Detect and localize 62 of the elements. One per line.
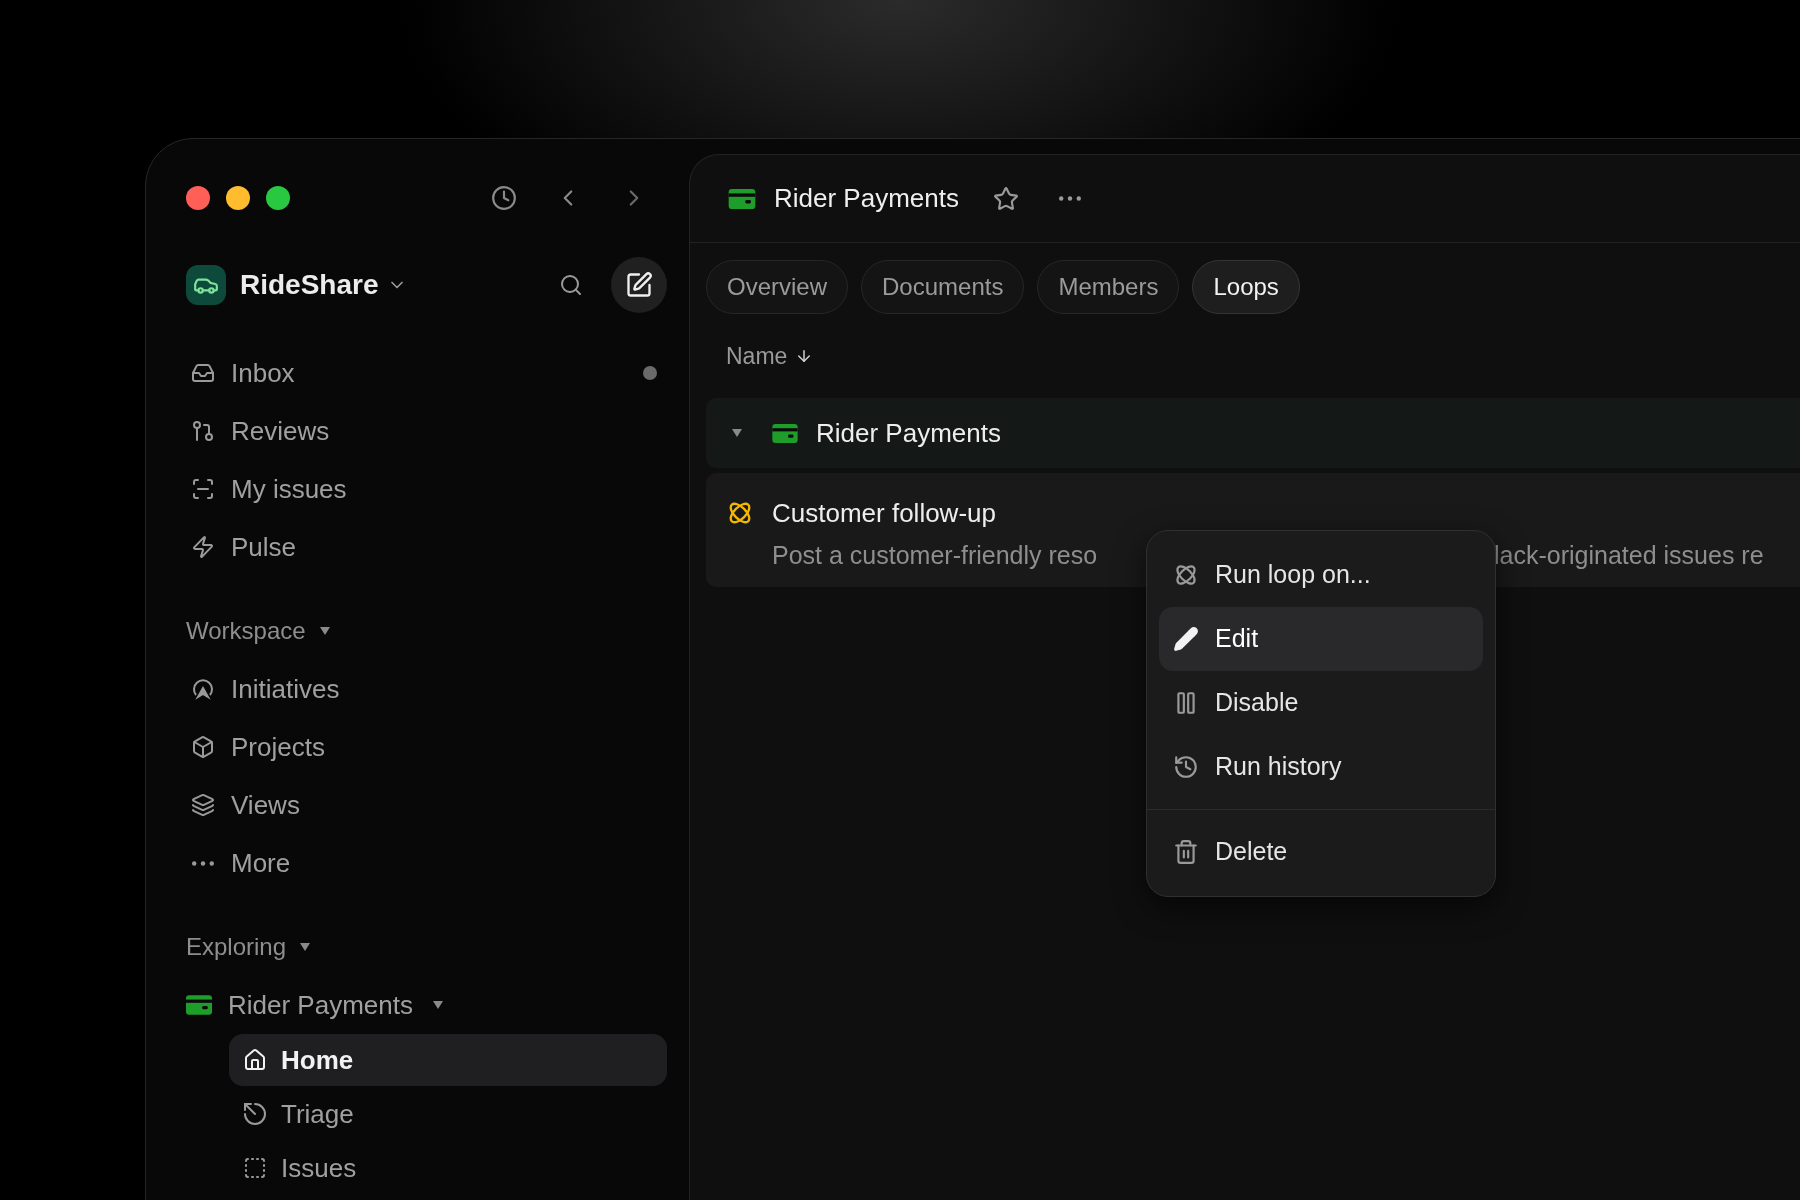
scan-icon	[191, 477, 215, 501]
circle-arrow-icon	[243, 1102, 267, 1126]
pencil-icon	[1173, 626, 1199, 652]
star-icon[interactable]	[992, 185, 1019, 212]
section-header[interactable]: Workspace	[186, 602, 667, 660]
caret-icon	[732, 429, 742, 437]
sidebar-item[interactable]: Initiatives	[186, 660, 667, 718]
home-icon	[243, 1048, 267, 1072]
search-icon[interactable]	[559, 273, 583, 297]
zoom-light[interactable]	[266, 186, 290, 210]
sidebar-item[interactable]: More	[186, 834, 667, 892]
caret-icon	[319, 627, 330, 635]
sidebar-item[interactable]: Rider Payments	[186, 976, 667, 1034]
menu-item[interactable]: Delete	[1159, 820, 1483, 884]
card-icon	[186, 995, 212, 1015]
pull-request-icon	[191, 419, 215, 443]
group-name: Rider Payments	[816, 416, 1001, 450]
tab[interactable]: Loops	[1192, 260, 1300, 314]
more-icon[interactable]	[1058, 196, 1081, 201]
trash-icon	[1173, 839, 1199, 865]
history-icon[interactable]	[491, 185, 517, 211]
sidebar-item[interactable]: Views	[186, 776, 667, 834]
sidebar-subitem[interactable]: Home	[229, 1034, 667, 1086]
page-title: Rider Payments	[774, 182, 959, 215]
sidebar-subitem[interactable]: Issues	[229, 1142, 667, 1194]
cube-icon	[191, 735, 215, 759]
group-row[interactable]: Rider Payments	[706, 398, 1800, 468]
card-icon	[772, 423, 798, 443]
new-issue-button[interactable]	[611, 257, 667, 313]
issue-icon	[243, 1156, 267, 1180]
tab[interactable]: Documents	[861, 260, 1025, 314]
more-icon	[192, 860, 214, 866]
column-header[interactable]: Name	[726, 338, 788, 374]
workspace-name[interactable]: RideShare	[240, 264, 379, 306]
close-light[interactable]	[186, 186, 210, 210]
sidebar-item[interactable]: Reviews	[186, 402, 667, 460]
history-icon	[1173, 754, 1199, 780]
menu-item[interactable]: Run loop on...	[1159, 543, 1483, 607]
loop-description: lack-originated issues re	[1494, 540, 1764, 571]
rocket-circle-icon	[191, 677, 215, 701]
sidebar-subitem[interactable]: Triage	[229, 1088, 667, 1140]
layers-icon	[191, 793, 215, 817]
compose-icon	[625, 271, 653, 299]
loop-title: Customer follow-up	[772, 497, 997, 529]
menu-item[interactable]: Disable	[1159, 671, 1483, 735]
loop-description: Post a customer-friendly reso	[772, 540, 1099, 571]
sidebar-item[interactable]: Pulse	[186, 518, 667, 576]
card-icon	[728, 188, 756, 209]
menu-item[interactable]: Edit	[1159, 607, 1483, 671]
sidebar-item[interactable]: Inbox	[186, 344, 667, 402]
section-header[interactable]: Exploring	[186, 918, 667, 976]
caret-icon	[432, 1001, 443, 1009]
menu-item[interactable]: Run history	[1159, 735, 1483, 799]
tab[interactable]: Members	[1037, 260, 1180, 314]
sidebar-item[interactable]: My issues	[186, 460, 667, 518]
caret-icon	[300, 943, 311, 951]
loop-icon	[1173, 562, 1199, 588]
tab[interactable]: Overview	[706, 260, 849, 314]
minimize-light[interactable]	[226, 186, 250, 210]
inbox-icon	[191, 361, 215, 385]
sidebar-item[interactable]: Projects	[186, 718, 667, 776]
bolt-icon	[191, 535, 215, 559]
